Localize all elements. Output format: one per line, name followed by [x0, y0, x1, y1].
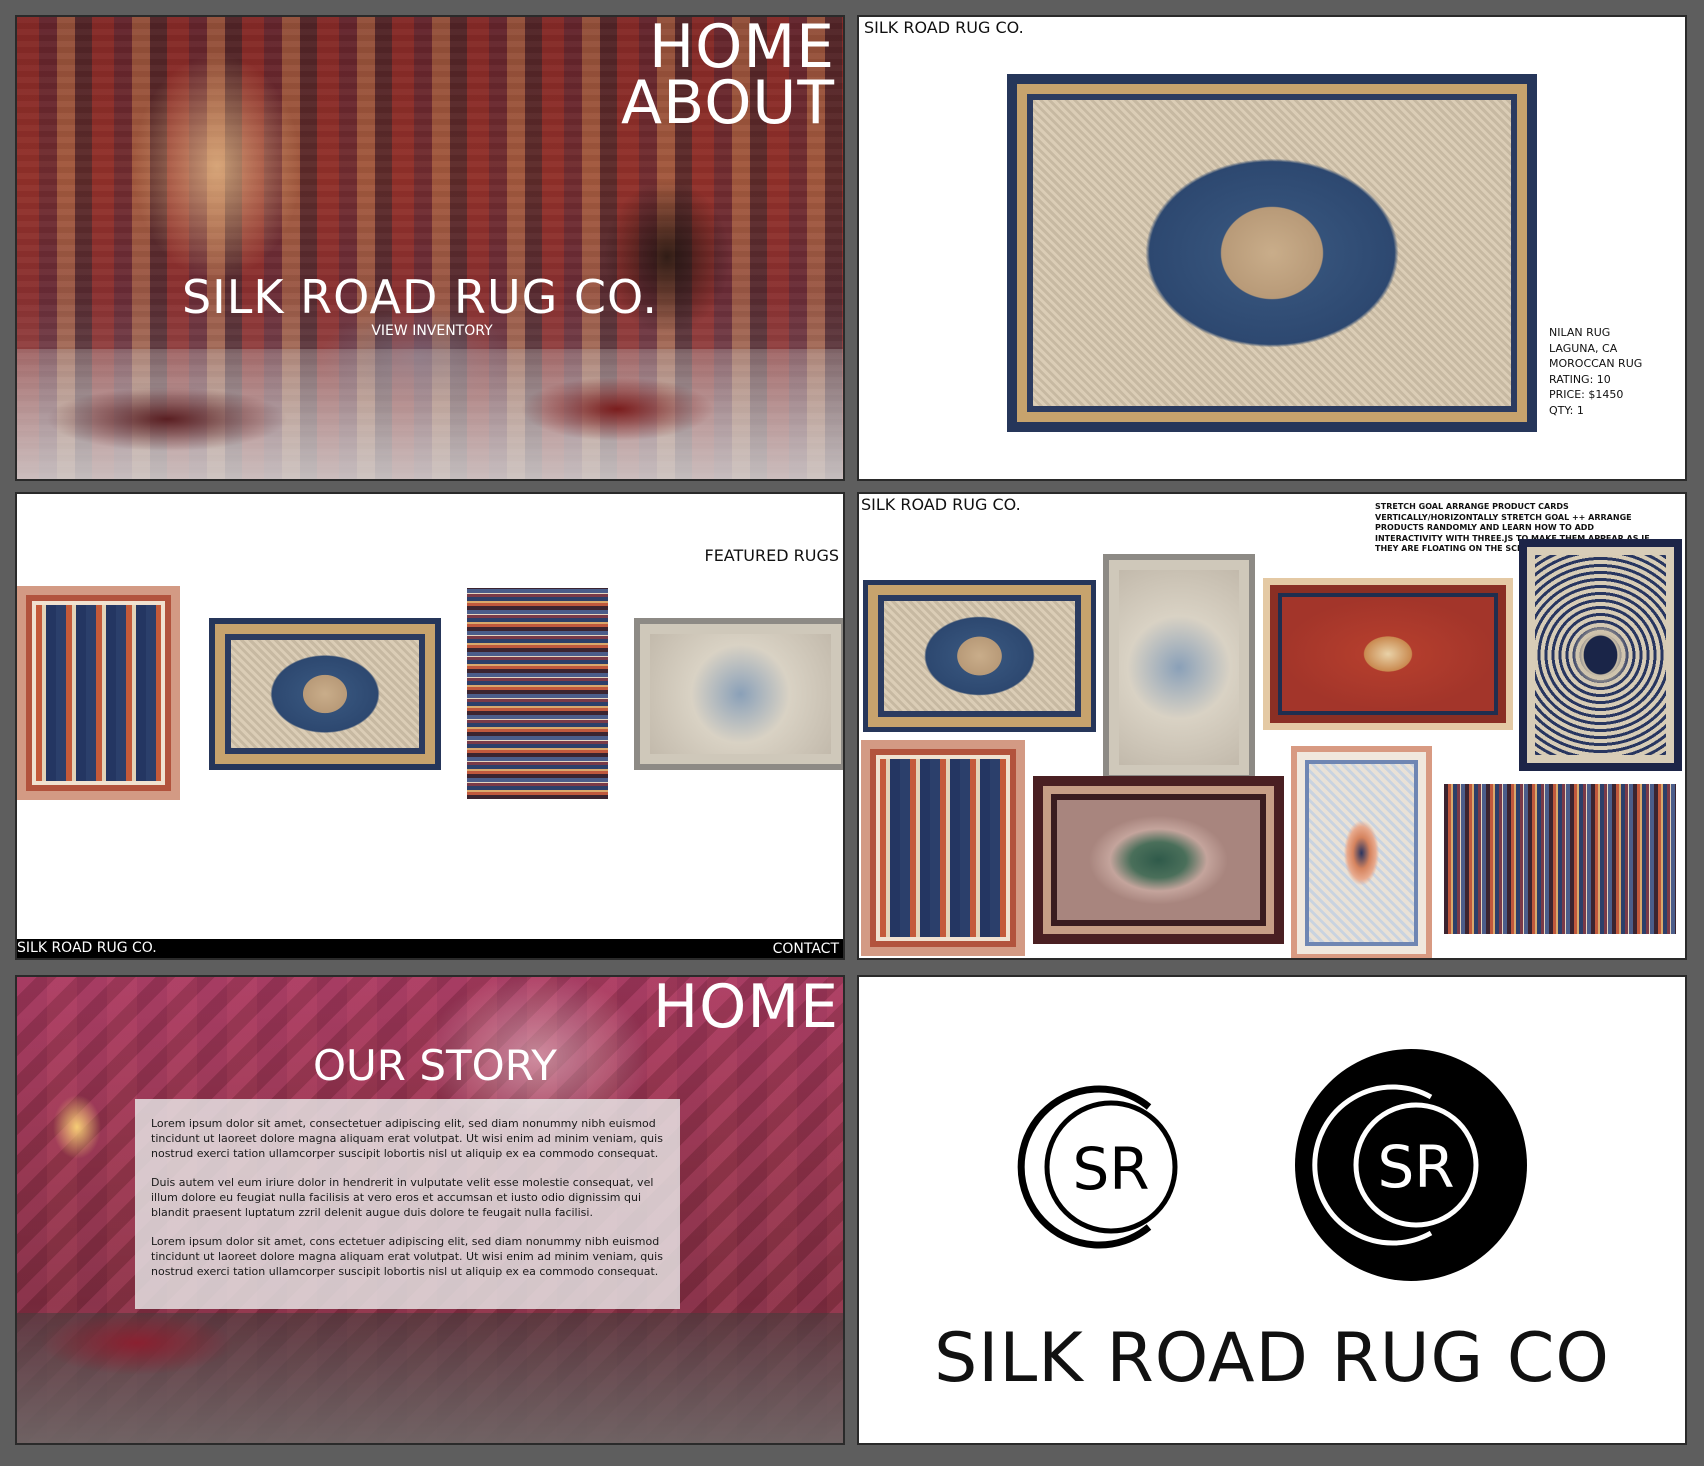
footer-contact-link[interactable]: CONTACT	[773, 941, 839, 957]
our-story-panel: HOME OUR STORY Lorem ipsum dolor sit ame…	[15, 975, 845, 1445]
product-card[interactable]	[1444, 784, 1676, 934]
featured-rug-card[interactable]	[209, 618, 441, 770]
brand-label: SILK ROAD RUG CO.	[861, 495, 1021, 514]
product-card[interactable]	[1519, 539, 1682, 771]
site-footer: SILK ROAD RUG CO. CONTACT	[17, 939, 843, 958]
product-card[interactable]	[1263, 578, 1513, 730]
featured-rugs-panel: FEATURED RUGS SILK ROAD RUG CO. CONTACT	[15, 492, 845, 960]
nav-about-link[interactable]: ABOUT	[621, 73, 835, 133]
nav-home-link[interactable]: HOME	[621, 17, 835, 77]
product-qty: QTY: 1	[1549, 403, 1584, 417]
product-name: NILAN RUG	[1549, 326, 1611, 339]
logo-panel: SR SR SILK ROAD RUG CO	[857, 975, 1687, 1445]
product-card[interactable]	[863, 580, 1096, 732]
logo-filled: SR	[1295, 1049, 1527, 1281]
product-image[interactable]	[1007, 74, 1537, 432]
logo-monogram: SR	[1072, 1135, 1149, 1203]
footer-brand: SILK ROAD RUG CO.	[17, 940, 157, 956]
view-inventory-link[interactable]: VIEW INVENTORY	[17, 323, 843, 339]
featured-rug-card[interactable]	[467, 588, 608, 799]
hero-title: SILK ROAD RUG CO.	[181, 270, 659, 324]
product-card[interactable]	[1291, 746, 1432, 958]
product-style: MOROCCAN RUG	[1549, 357, 1643, 370]
story-paragraph: Lorem ipsum dolor sit amet, consectetuer…	[151, 1117, 663, 1160]
product-card[interactable]	[861, 740, 1025, 956]
main-nav: HOME ABOUT	[621, 17, 835, 133]
nav-home-link[interactable]: HOME	[653, 977, 839, 1037]
story-title: OUR STORY	[313, 1041, 557, 1090]
featured-rug-card[interactable]	[634, 618, 843, 770]
featured-heading: FEATURED RUGS	[704, 546, 839, 565]
product-info: NILAN RUG LAGUNA, CA MOROCCAN RUG RATING…	[1549, 325, 1642, 418]
logo-monogram: SR	[1377, 1133, 1454, 1201]
product-card[interactable]	[1103, 554, 1255, 781]
logo-wordmark: SILK ROAD RUG CO	[934, 1319, 1610, 1398]
home-hero-panel: HOME ABOUT SILK ROAD RUG CO. VIEW INVENT…	[15, 15, 845, 481]
story-text-box: Lorem ipsum dolor sit amet, consectetuer…	[135, 1099, 680, 1309]
product-price: PRICE: $1450	[1549, 388, 1624, 401]
inventory-panel: SILK ROAD RUG CO. STRETCH GOAL ARRANGE P…	[857, 492, 1687, 960]
brand-label: SILK ROAD RUG CO.	[864, 18, 1024, 37]
logo-outline: SR	[1017, 1085, 1178, 1249]
product-rating: RATING: 10	[1549, 372, 1611, 386]
product-location: LAGUNA, CA	[1549, 341, 1618, 355]
story-paragraph: Lorem ipsum dolor sit amet, cons ectetue…	[151, 1235, 663, 1278]
story-paragraph: Duis autem vel eum iriure dolor in hendr…	[151, 1176, 654, 1219]
product-detail-panel: SILK ROAD RUG CO. NILAN RUG LAGUNA, CA M…	[857, 15, 1687, 481]
product-card[interactable]	[1033, 776, 1284, 944]
featured-rug-card[interactable]	[17, 586, 180, 800]
